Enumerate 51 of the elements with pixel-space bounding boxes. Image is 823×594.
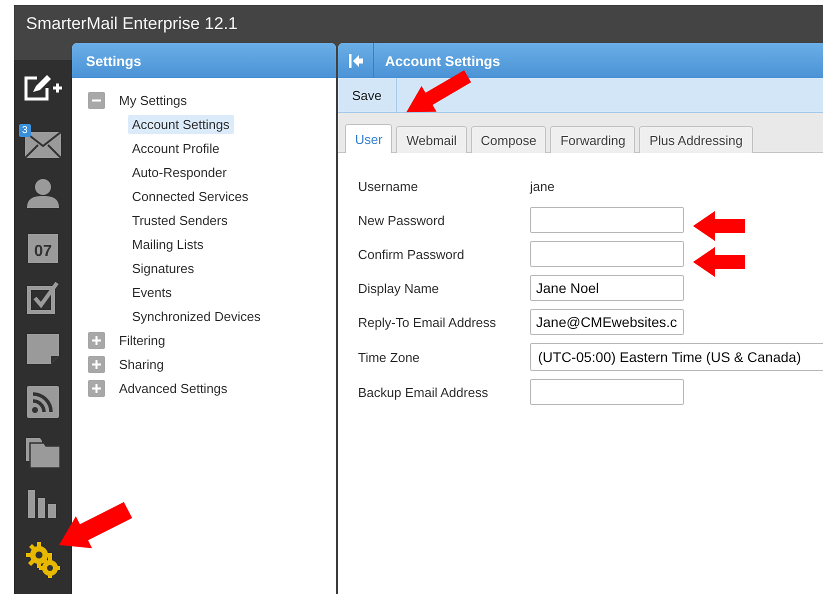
field-label: Backup Email Address — [358, 384, 490, 400]
tree-item[interactable]: Account Profile — [128, 138, 224, 158]
envelope-icon[interactable] — [25, 132, 61, 158]
tree-item[interactable]: Trusted Senders — [128, 210, 232, 230]
tree-item[interactable]: Filtering — [115, 330, 170, 350]
input-field[interactable] — [530, 207, 684, 233]
dropdown-field[interactable]: (UTC-05:00) Eastern Time (US & Canada) — [530, 343, 823, 371]
save-button[interactable]: Save — [338, 78, 397, 112]
field-value: jane — [530, 178, 555, 194]
input-field[interactable] — [530, 379, 684, 405]
unread-count-badge: 3 — [19, 124, 31, 137]
folders-icon[interactable] — [26, 438, 60, 468]
input-field[interactable]: Jane Noel — [530, 275, 684, 301]
rss-icon[interactable] — [27, 386, 59, 418]
pointer-arrow — [693, 247, 745, 277]
collapse-left-icon — [348, 54, 362, 68]
bar-chart-icon[interactable] — [28, 490, 58, 518]
tree-item[interactable]: Sharing — [115, 354, 168, 374]
tree-item[interactable]: Events — [128, 282, 176, 302]
tree-item[interactable]: My Settings — [115, 90, 191, 110]
field-label: Time Zone — [358, 350, 421, 364]
gears-icon[interactable] — [26, 542, 60, 578]
tree-item[interactable]: Synchronized Devices — [128, 306, 265, 326]
tree-item[interactable]: Connected Services — [128, 186, 252, 206]
calendar-icon[interactable]: 07 — [28, 234, 58, 263]
input-field[interactable]: Jane@CMEwebsites.c — [530, 309, 684, 335]
field-label: New Password — [358, 212, 446, 228]
tab[interactable]: Plus Addressing — [639, 126, 753, 153]
tree-item[interactable]: Account Settings — [128, 114, 234, 134]
tab[interactable]: Forwarding — [550, 126, 636, 153]
tree-item[interactable]: Mailing Lists — [128, 234, 208, 254]
tree-item[interactable]: Advanced Settings — [115, 378, 232, 398]
calendar-day: 07 — [34, 241, 52, 263]
tab[interactable]: Webmail — [396, 126, 467, 153]
person-icon[interactable] — [26, 178, 60, 208]
field-label: Username — [358, 178, 419, 194]
field-label: Reply-To Email Address — [358, 314, 497, 330]
compose-icon[interactable] — [23, 74, 63, 102]
checkbox-icon[interactable] — [27, 282, 59, 314]
tab[interactable]: Compose — [470, 126, 546, 153]
window-title: SmarterMail Enterprise 12.1 — [26, 14, 238, 34]
pointer-arrow — [693, 211, 745, 241]
input-field[interactable] — [530, 241, 684, 267]
tab[interactable]: User — [345, 124, 392, 153]
tree-item[interactable]: Auto-Responder — [128, 162, 231, 182]
panel-title: Settings — [86, 52, 142, 68]
panel-title: Account Settings — [384, 52, 500, 68]
field-label: Confirm Password — [358, 246, 466, 262]
note-icon[interactable] — [27, 334, 59, 364]
tree-item[interactable]: Signatures — [128, 258, 198, 278]
field-label: Display Name — [358, 280, 440, 296]
